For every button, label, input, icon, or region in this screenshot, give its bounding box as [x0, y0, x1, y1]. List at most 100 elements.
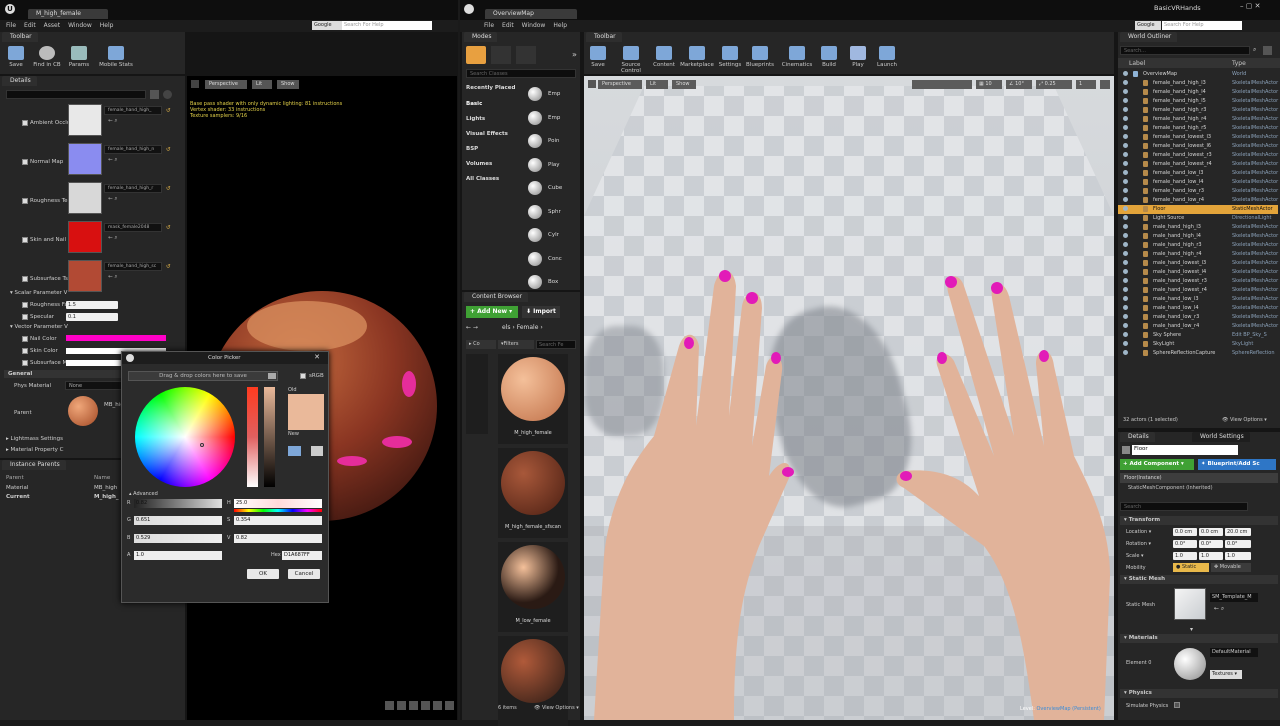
view-icon[interactable] [433, 701, 442, 710]
param-checkbox[interactable] [22, 276, 28, 282]
column-label[interactable]: Label [1129, 60, 1145, 67]
checkbox[interactable] [22, 360, 28, 366]
component-instance-row[interactable]: Floor(Instance) [1120, 473, 1278, 483]
instance-parents-tab[interactable]: Instance Parents [2, 460, 66, 470]
category-volumes[interactable]: Volumes [466, 161, 492, 167]
outliner-row[interactable]: male_hand_lowest_r4 SkeletalMeshActor [1118, 286, 1278, 295]
chevron-down-icon[interactable] [268, 373, 276, 379]
rotation-x[interactable]: 0.0° [1173, 540, 1197, 548]
saturation-slider[interactable] [247, 387, 258, 487]
visibility-eye-icon[interactable] [1123, 98, 1128, 103]
blueprint-button[interactable]: ✦ Blueprint/Add Sc [1198, 459, 1276, 470]
rotation-z[interactable]: 0.0° [1225, 540, 1251, 548]
view-icon[interactable] [385, 701, 394, 710]
texture-thumbnail[interactable] [68, 143, 102, 175]
visibility-eye-icon[interactable] [1123, 188, 1128, 193]
param-checkbox[interactable] [22, 237, 28, 243]
transform-group[interactable]: ▾ Transform [1120, 516, 1278, 525]
visibility-eye-icon[interactable] [1123, 314, 1128, 319]
launch-button[interactable]: Launch [874, 42, 900, 68]
view-icon[interactable] [445, 701, 454, 710]
viewport-menu-icon[interactable] [588, 80, 596, 88]
browse-icon[interactable]: ← ⌕ [108, 235, 117, 242]
checkbox[interactable] [22, 348, 28, 354]
color-wheel-cursor[interactable] [200, 443, 204, 447]
simulate-physics-checkbox[interactable] [1174, 702, 1180, 708]
placeable-item[interactable]: Conc [522, 249, 572, 269]
checkbox[interactable] [22, 314, 28, 320]
view-grid-icon[interactable] [150, 90, 159, 99]
param-checkbox[interactable] [22, 198, 28, 204]
srgb-checkbox[interactable] [300, 373, 306, 379]
lightmass-group[interactable]: ▸ Lightmass Settings [6, 436, 63, 442]
search-engine-select[interactable]: Google [1135, 21, 1161, 30]
outliner-row[interactable]: male_hand_high_l3 SkeletalMeshActor [1118, 223, 1278, 232]
visibility-eye-icon[interactable] [1123, 260, 1128, 265]
reset-icon[interactable]: ↺ [166, 264, 171, 270]
outliner-row[interactable]: female_hand_low_l3 SkeletalMeshActor [1118, 169, 1278, 178]
visibility-eye-icon[interactable] [1123, 323, 1128, 328]
outliner-row[interactable]: SphereReflectionCapture SphereReflection [1118, 349, 1278, 358]
visibility-eye-icon[interactable] [1123, 197, 1128, 202]
asset-tile[interactable]: M_low_female [498, 542, 568, 632]
outliner-row[interactable]: female_hand_high_l3 SkeletalMeshActor [1118, 79, 1278, 88]
outliner-row[interactable]: female_hand_high_r3 SkeletalMeshActor [1118, 106, 1278, 115]
scale-label[interactable]: Scale ▾ [1126, 553, 1144, 559]
outliner-row[interactable]: Sky Sphere Edit BP_Sky_S [1118, 331, 1278, 340]
window-controls[interactable]: – ▢ ✕ [1240, 2, 1280, 12]
visibility-eye-icon[interactable] [1123, 107, 1128, 112]
help-search-input[interactable]: Search For Help [1162, 21, 1242, 30]
outliner-row[interactable]: female_hand_high_l5 SkeletalMeshActor [1118, 97, 1278, 106]
add-new-button[interactable]: + Add New ▾ [466, 306, 518, 318]
placeable-item[interactable]: Sphr [522, 202, 572, 222]
visibility-eye-icon[interactable] [1123, 170, 1128, 175]
paint-mode-icon[interactable] [491, 46, 511, 64]
search-engine-select[interactable]: Google [312, 21, 342, 30]
a-field[interactable]: 1.0 [134, 551, 222, 560]
s-field[interactable]: 0.354 [234, 516, 322, 525]
category-visual-effects[interactable]: Visual Effects [466, 131, 508, 137]
placeable-item[interactable]: Cylr [522, 225, 572, 245]
details-search-input[interactable]: Search [1120, 502, 1248, 511]
browse-icon[interactable]: ← ⌕ [108, 196, 117, 203]
outliner-row[interactable]: SkyLight SkyLight [1118, 340, 1278, 349]
save-button[interactable]: Save [4, 42, 28, 68]
filters-button[interactable]: ▾Filters [498, 340, 534, 349]
details-search-input[interactable] [6, 90, 146, 99]
texture-asset-select[interactable]: female_hand_high_n [104, 145, 162, 154]
outliner-row[interactable]: female_hand_low_l4 SkeletalMeshActor [1118, 178, 1278, 187]
sources-toggle[interactable]: ▸ Co [466, 340, 496, 349]
visibility-eye-icon[interactable] [1123, 341, 1128, 346]
visibility-eye-icon[interactable] [1123, 152, 1128, 157]
browse-icon[interactable]: ← ⌕ [108, 157, 117, 164]
texture-asset-select[interactable]: female_hand_high_sc [104, 262, 162, 271]
viewport-menu-icon[interactable] [191, 80, 199, 88]
outliner-row[interactable]: female_hand_lowest_l6 SkeletalMeshActor [1118, 142, 1278, 151]
outliner-row[interactable]: female_hand_high_r4 SkeletalMeshActor [1118, 115, 1278, 124]
checkbox[interactable] [22, 336, 28, 342]
browse-icon[interactable]: ← ⌕ [108, 118, 117, 125]
checkbox[interactable] [22, 302, 28, 308]
visibility-eye-icon[interactable] [1123, 125, 1128, 130]
breadcrumb[interactable]: els › Female › [502, 324, 543, 331]
perspective-button[interactable]: Perspective [205, 80, 247, 89]
maximize-viewport-icon[interactable] [1100, 80, 1110, 89]
category-lights[interactable]: Lights [466, 116, 485, 122]
roughness-field[interactable]: 1.5 [66, 301, 118, 309]
outliner-row[interactable]: male_hand_high_l4 SkeletalMeshActor [1118, 232, 1278, 241]
r-field[interactable]: 0.82 [134, 499, 222, 508]
outliner-row[interactable]: male_hand_lowest_r3 SkeletalMeshActor [1118, 277, 1278, 286]
visibility-eye-icon[interactable] [1123, 134, 1128, 139]
nav-arrows[interactable]: ← → [466, 324, 478, 331]
blueprints-button[interactable]: Blueprints [744, 42, 776, 68]
b-field[interactable]: 0.529 [134, 534, 222, 543]
static-mesh-group[interactable]: ▾ Static Mesh [1120, 575, 1278, 584]
outliner-row[interactable]: male_hand_lowest_l3 SkeletalMeshActor [1118, 259, 1278, 268]
toolbar-tab[interactable]: Toolbar [586, 32, 622, 42]
texture-thumbnail[interactable] [68, 260, 102, 292]
subsurface-color-swatch[interactable] [66, 360, 126, 366]
details-tab[interactable]: Details [2, 76, 37, 86]
save-button[interactable]: Save [588, 42, 608, 68]
scale-snap-button[interactable]: ⤢ 0.25 [1036, 80, 1072, 89]
browse-icon[interactable]: ← ⌕ [1214, 605, 1230, 613]
